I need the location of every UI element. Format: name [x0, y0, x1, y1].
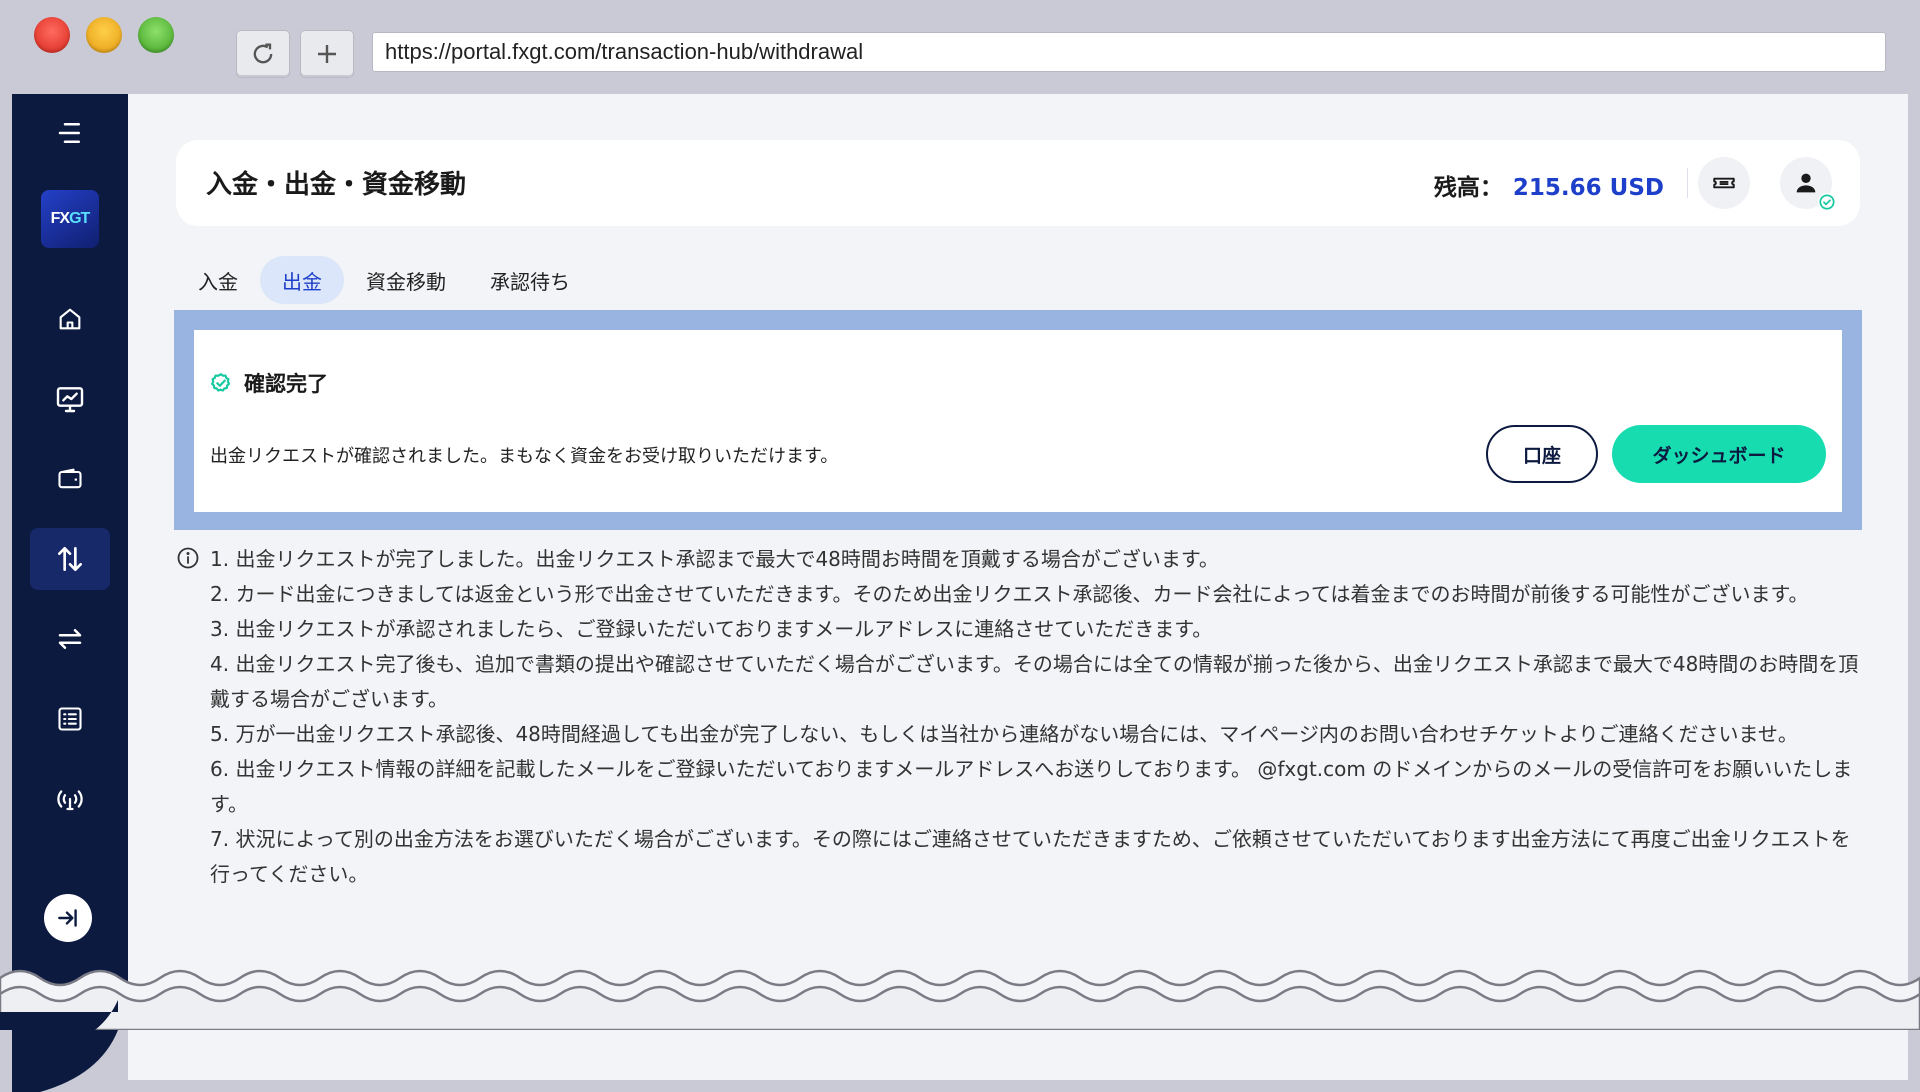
note-item: 2. カード出金につきましては返金という形で出金させていただきます。そのため出金… [210, 582, 1809, 606]
balance-value: 215.66 USD [1512, 175, 1664, 201]
confirmation-card: 確認完了 出金リクエストが確認されました。まもなく資金をお受け取りいただけます。… [194, 330, 1842, 512]
tab-pending[interactable]: 承認待ち [468, 256, 592, 304]
wallet-icon [58, 468, 82, 489]
tab-deposit[interactable]: 入金 [176, 256, 260, 304]
sidebar-item-transactions[interactable] [30, 528, 110, 590]
transaction-tabs: 入金 出金 資金移動 承認待ち [176, 256, 592, 304]
logo-text-gt: GT [69, 210, 90, 227]
arrow-right-bar-icon [58, 909, 77, 927]
sidebar-item-home[interactable] [30, 288, 110, 350]
logo-text-fx: FX [50, 210, 70, 227]
balance-label: 残高： [1433, 175, 1503, 201]
transfer-updown-icon [58, 547, 82, 571]
torn-edge-decoration [0, 969, 1920, 1030]
note-item: 6. 出金リクエスト情報の詳細を記載したメールをご登録いただいておりますメールア… [210, 757, 1853, 816]
menu-toggle-button[interactable] [30, 102, 110, 164]
note-item: 3. 出金リクエストが承認されましたら、ご登録いただいておりますメールアドレスに… [210, 617, 1213, 641]
home-icon [59, 308, 81, 330]
chart-monitor-icon [56, 387, 84, 413]
note-item: 7. 状況によって別の出金方法をお選びいただく場合がございます。その際にはご連絡… [210, 827, 1851, 886]
header-divider [1687, 168, 1688, 198]
sidebar-item-wallet[interactable] [30, 448, 110, 510]
window-minimize-button[interactable] [86, 17, 122, 53]
signal-icon [57, 790, 83, 811]
reload-icon [253, 43, 273, 64]
check-circle-icon [211, 373, 231, 392]
sidebar-item-history[interactable] [30, 688, 110, 750]
note-item: 4. 出金リクエスト完了後も、追加で書類の提出や確認させていただく場合がございま… [210, 652, 1859, 711]
reload-button[interactable] [236, 30, 290, 78]
withdrawal-notes: 1. 出金リクエストが完了しました。出金リクエスト承認まで最大で48時間お時間を… [176, 542, 1866, 892]
tab-transfer[interactable]: 資金移動 [344, 256, 468, 304]
notes-list: 1. 出金リクエストが完了しました。出金リクエスト承認まで最大で48時間お時間を… [176, 542, 1866, 892]
main-content: 入金・出金・資金移動 残高： 215.66 USD 入金 出金 資金移動 承認待… [128, 94, 1908, 1080]
sidebar-item-trading[interactable] [30, 368, 110, 430]
note-item: 5. 万が一出金リクエスト承認後、48時間経過しても出金が完了しない、もしくは当… [210, 722, 1798, 746]
main-bottom-fill [128, 1030, 1908, 1080]
account-button[interactable]: 口座 [1486, 425, 1598, 483]
browser-chrome: https://portal.fxgt.com/transaction-hub/… [0, 0, 1920, 94]
sidebar-expand-button[interactable] [44, 894, 92, 942]
tab-withdrawal[interactable]: 出金 [260, 256, 344, 304]
ticket-button[interactable] [1698, 157, 1750, 209]
header-card: 入金・出金・資金移動 残高： 215.66 USD [176, 140, 1860, 226]
window-maximize-button[interactable] [138, 17, 174, 53]
user-profile-button[interactable] [1780, 157, 1836, 211]
sidebar-item-transfer[interactable] [30, 608, 110, 670]
user-icon [1796, 173, 1816, 193]
fxgt-logo[interactable]: FX GT [41, 190, 99, 248]
info-icon [177, 547, 199, 569]
balance-display: 残高： 215.66 USD [1434, 168, 1664, 202]
confirmation-message: 出金リクエストが確認されました。まもなく資金をお受け取りいただけます。 [210, 446, 839, 467]
sidebar: FX GT [12, 94, 128, 1080]
note-item: 1. 出金リクエストが完了しました。出金リクエスト承認まで最大で48時間お時間を… [210, 547, 1219, 571]
sidebar-item-signals[interactable] [30, 768, 110, 830]
page-title: 入金・出金・資金移動 [206, 170, 467, 200]
dashboard-button[interactable]: ダッシュボード [1612, 425, 1826, 483]
verified-badge [1818, 193, 1836, 211]
window-close-button[interactable] [34, 17, 70, 53]
confirmation-title-row: 確認完了 [210, 368, 328, 398]
sidebar-corner-decoration [12, 1030, 118, 1092]
plus-icon [318, 45, 336, 63]
exchange-arrows-icon [58, 629, 82, 649]
bottom-strip [0, 1030, 1920, 1092]
check-circle-icon [1819, 194, 1835, 210]
confirmation-title: 確認完了 [244, 372, 328, 396]
menu-icon [58, 123, 80, 143]
new-tab-button[interactable] [300, 30, 354, 78]
ticket-icon [1713, 177, 1735, 189]
address-bar[interactable]: https://portal.fxgt.com/transaction-hub/… [372, 32, 1886, 72]
confirmation-frame: 確認完了 出金リクエストが確認されました。まもなく資金をお受け取りいただけます。… [174, 310, 1862, 530]
list-icon [58, 707, 82, 731]
